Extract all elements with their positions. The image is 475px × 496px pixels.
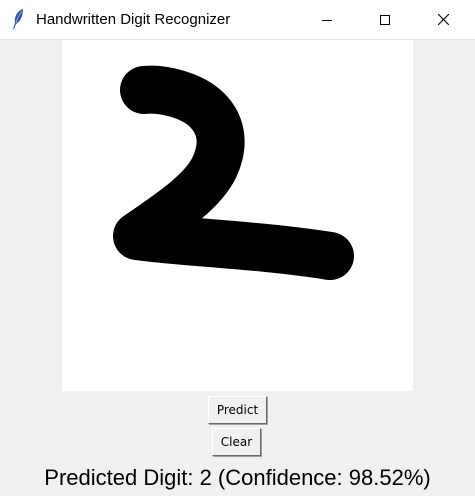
maximize-button[interactable] [356,0,414,39]
minimize-button[interactable] [298,0,356,39]
maximize-icon [380,14,390,25]
close-button[interactable] [414,0,472,39]
drawing-canvas[interactable] [62,40,413,391]
window-title: Handwritten Digit Recognizer [36,11,231,28]
prediction-result-label: Predicted Digit: 2 (Confidence: 98.52%) [44,465,431,490]
clear-button[interactable]: Clear [212,428,261,456]
predict-button[interactable]: Predict [208,396,267,424]
feather-icon [11,8,25,30]
minimize-icon [322,15,332,25]
title-bar[interactable]: Handwritten Digit Recognizer [0,0,475,40]
digit-2-stroke [113,65,354,280]
close-icon [437,14,449,25]
app-window: Handwritten Digit Recognizer Predict Cle… [0,0,475,496]
